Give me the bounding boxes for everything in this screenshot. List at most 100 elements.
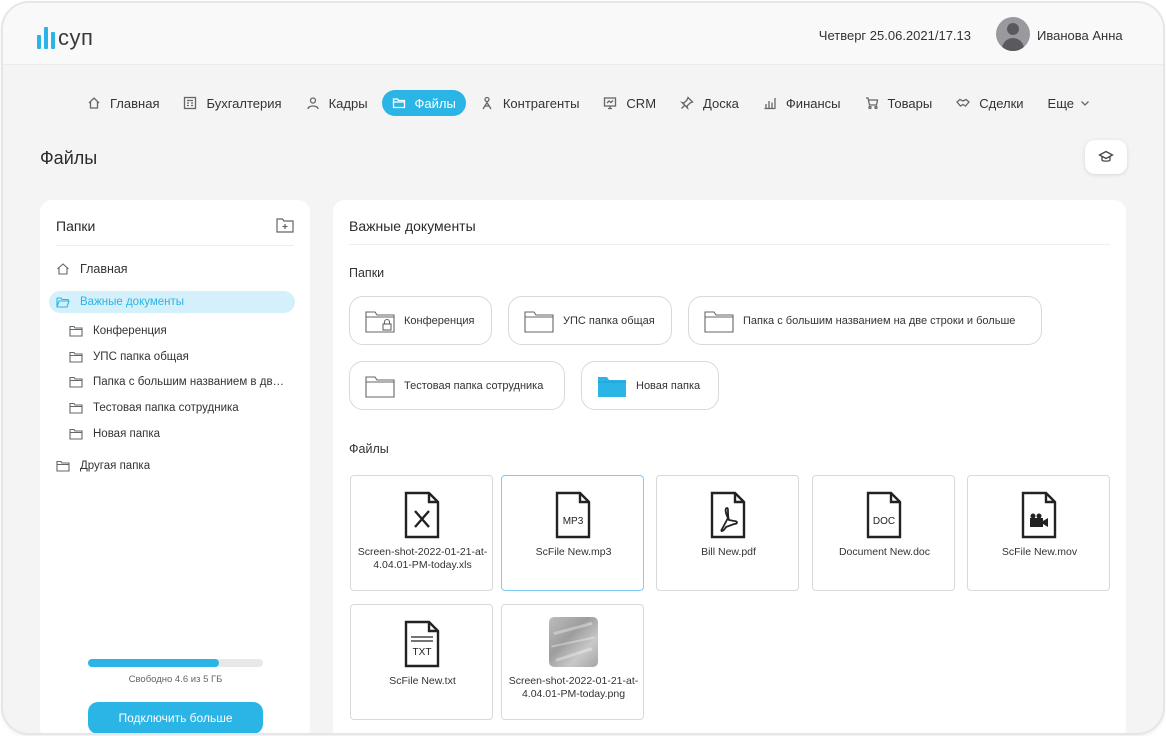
file-card[interactable]: DOC Document New.doc — [812, 475, 955, 591]
nav-item-label: Товары — [887, 95, 933, 111]
panel-title: Важные документы — [349, 218, 1110, 245]
tree-item-subfolder[interactable]: Новая папка — [69, 423, 160, 445]
tree-item-label: Папка с большим названием в две строки и… — [93, 376, 288, 388]
storage-progress-bar — [88, 659, 263, 667]
storage-progress-fill — [88, 659, 220, 667]
user-name[interactable]: Иванова Анна — [1037, 28, 1123, 43]
calculator-icon — [184, 96, 197, 110]
app-window: cуп Четверг 25.06.2021/17.13 Иванова Анн… — [3, 3, 1163, 733]
page-title: Файлы — [40, 148, 98, 168]
tree-item-label: Другая папка — [80, 460, 151, 472]
pdf-file-icon — [710, 491, 746, 539]
tree-item-label: Тестовая папка сотрудника — [93, 402, 239, 414]
nav-item-deals[interactable]: Сделки — [946, 90, 1033, 116]
nav-item-label: CRM — [626, 95, 657, 111]
nav-item-crm[interactable]: CRM — [593, 90, 666, 116]
current-datetime: Четверг 25.06.2021/17.13 — [818, 28, 971, 43]
folder-filled-icon — [598, 376, 626, 397]
header: cуп Четверг 25.06.2021/17.13 Иванова Анн… — [3, 3, 1163, 65]
locked-folder-icon — [365, 310, 395, 333]
nav-item-label: Сделки — [979, 95, 1024, 111]
tree-item-label: Важные документы — [80, 296, 185, 308]
nav-item-contractors[interactable]: Контрагенты — [470, 90, 590, 116]
crm-icon — [604, 97, 617, 110]
folder-icon — [392, 98, 405, 109]
logo-text: cуп — [58, 25, 94, 50]
storage-text: Свободно 4.6 из 5 ГБ — [128, 674, 223, 685]
video-file-icon — [1021, 491, 1057, 539]
tree-item-label: УПС папка общая — [93, 351, 189, 363]
tree-item-home[interactable]: Главная — [56, 258, 128, 280]
file-card[interactable]: TXT ScFile New.txt — [350, 604, 493, 720]
folder-chip[interactable]: Папка с большим названием на две строки … — [688, 296, 1042, 345]
nav-item-label: Бухгалтерия — [206, 95, 282, 111]
connect-more-button[interactable]: Подключить больше — [88, 702, 263, 733]
tree-item-label: Новая папка — [93, 428, 161, 440]
file-card[interactable]: Bill New.pdf — [656, 475, 799, 591]
file-badge: MP3 — [563, 516, 584, 527]
help-button[interactable] — [1085, 140, 1127, 174]
folder-icon — [524, 310, 554, 333]
nav-item-label: Главная — [110, 95, 160, 111]
nav-more-label: Еще — [1047, 95, 1074, 111]
folder-chip[interactable]: Новая папка — [581, 361, 719, 410]
folder-chip-label: Новая папка — [636, 379, 701, 392]
folder-icon — [704, 310, 734, 333]
nav-item-accounting[interactable]: Бухгалтерия — [173, 90, 291, 116]
chart-icon — [764, 98, 776, 110]
logo[interactable]: cуп — [37, 21, 93, 49]
sidebar-title: Папки — [56, 218, 96, 234]
tree-item-subfolder[interactable]: Тестовая папка сотрудника — [69, 397, 239, 419]
nav-more-dropdown[interactable]: Еще — [1038, 90, 1100, 116]
logo-bars-icon — [37, 27, 55, 49]
sidebar-header: Папки — [56, 218, 294, 246]
nav-item-home[interactable]: Главная — [77, 90, 169, 116]
partners-icon — [482, 96, 492, 110]
add-folder-button[interactable] — [276, 217, 294, 233]
handshake-icon — [956, 98, 971, 107]
txt-file-icon: TXT — [404, 620, 440, 668]
file-card[interactable]: Screen-shot-2022-01-21-at-4.04.01-PM-tod… — [350, 475, 493, 591]
file-name: Screen-shot-2022-01-21-at-4.04.01-PM-tod… — [508, 675, 639, 700]
file-name: Document New.doc — [838, 546, 931, 558]
folder-chip-label: Конференция — [404, 314, 475, 327]
folder-chip[interactable]: Тестовая папка сотрудника — [349, 361, 565, 410]
tree-item-subfolder[interactable]: Конференция — [69, 320, 167, 342]
tree-item-other-folder[interactable]: Другая папка — [56, 455, 150, 477]
nav-item-finance[interactable]: Финансы — [753, 90, 851, 116]
file-card[interactable]: MP3 ScFile New.mp3 — [501, 475, 644, 591]
tree-item-subfolder[interactable]: Папка с большим названием в две строки и… — [69, 371, 288, 393]
file-badge: TXT — [413, 647, 432, 658]
doc-file-icon: DOC — [866, 491, 902, 539]
graduation-cap-icon — [1098, 150, 1114, 162]
folder-icon — [69, 402, 83, 414]
file-name: Screen-shot-2022-01-21-at-4.04.01-PM-tod… — [357, 546, 488, 571]
folder-icon — [69, 376, 83, 388]
folder-icon — [69, 351, 83, 363]
file-name: ScFile New.mov — [1001, 546, 1078, 558]
nav-item-files[interactable]: Файлы — [381, 90, 466, 116]
file-card[interactable]: Screen-shot-2022-01-21-at-4.04.01-PM-tod… — [501, 604, 644, 720]
folder-chip[interactable]: УПС папка общая — [508, 296, 672, 345]
nav-item-staff[interactable]: Кадры — [296, 90, 378, 116]
tree-item-label: Конференция — [93, 325, 167, 337]
tree-item-subfolder[interactable]: УПС папка общая — [69, 346, 189, 368]
nav-item-goods[interactable]: Товары — [855, 90, 943, 116]
nav-item-label: Кадры — [328, 95, 368, 111]
nav-item-board[interactable]: Доска — [670, 90, 749, 116]
tree-item-important-docs[interactable]: Важные документы — [49, 291, 295, 313]
pin-icon — [680, 96, 694, 110]
folder-chip-label: Тестовая папка сотрудника — [404, 379, 544, 392]
folder-icon — [69, 325, 83, 337]
nav-item-label: Файлы — [414, 95, 456, 111]
folder-chip[interactable]: Конференция — [349, 296, 492, 345]
nav-item-label: Доска — [703, 95, 739, 111]
file-name: ScFile New.txt — [389, 675, 456, 687]
file-name: Bill New.pdf — [701, 546, 756, 558]
file-card[interactable]: ScFile New.mov — [967, 475, 1110, 591]
avatar[interactable] — [996, 17, 1030, 51]
files-section-label: Файлы — [349, 442, 389, 456]
folders-section-label: Папки — [349, 266, 385, 280]
mp3-file-icon: MP3 — [555, 491, 591, 539]
folder-icon — [69, 428, 83, 440]
